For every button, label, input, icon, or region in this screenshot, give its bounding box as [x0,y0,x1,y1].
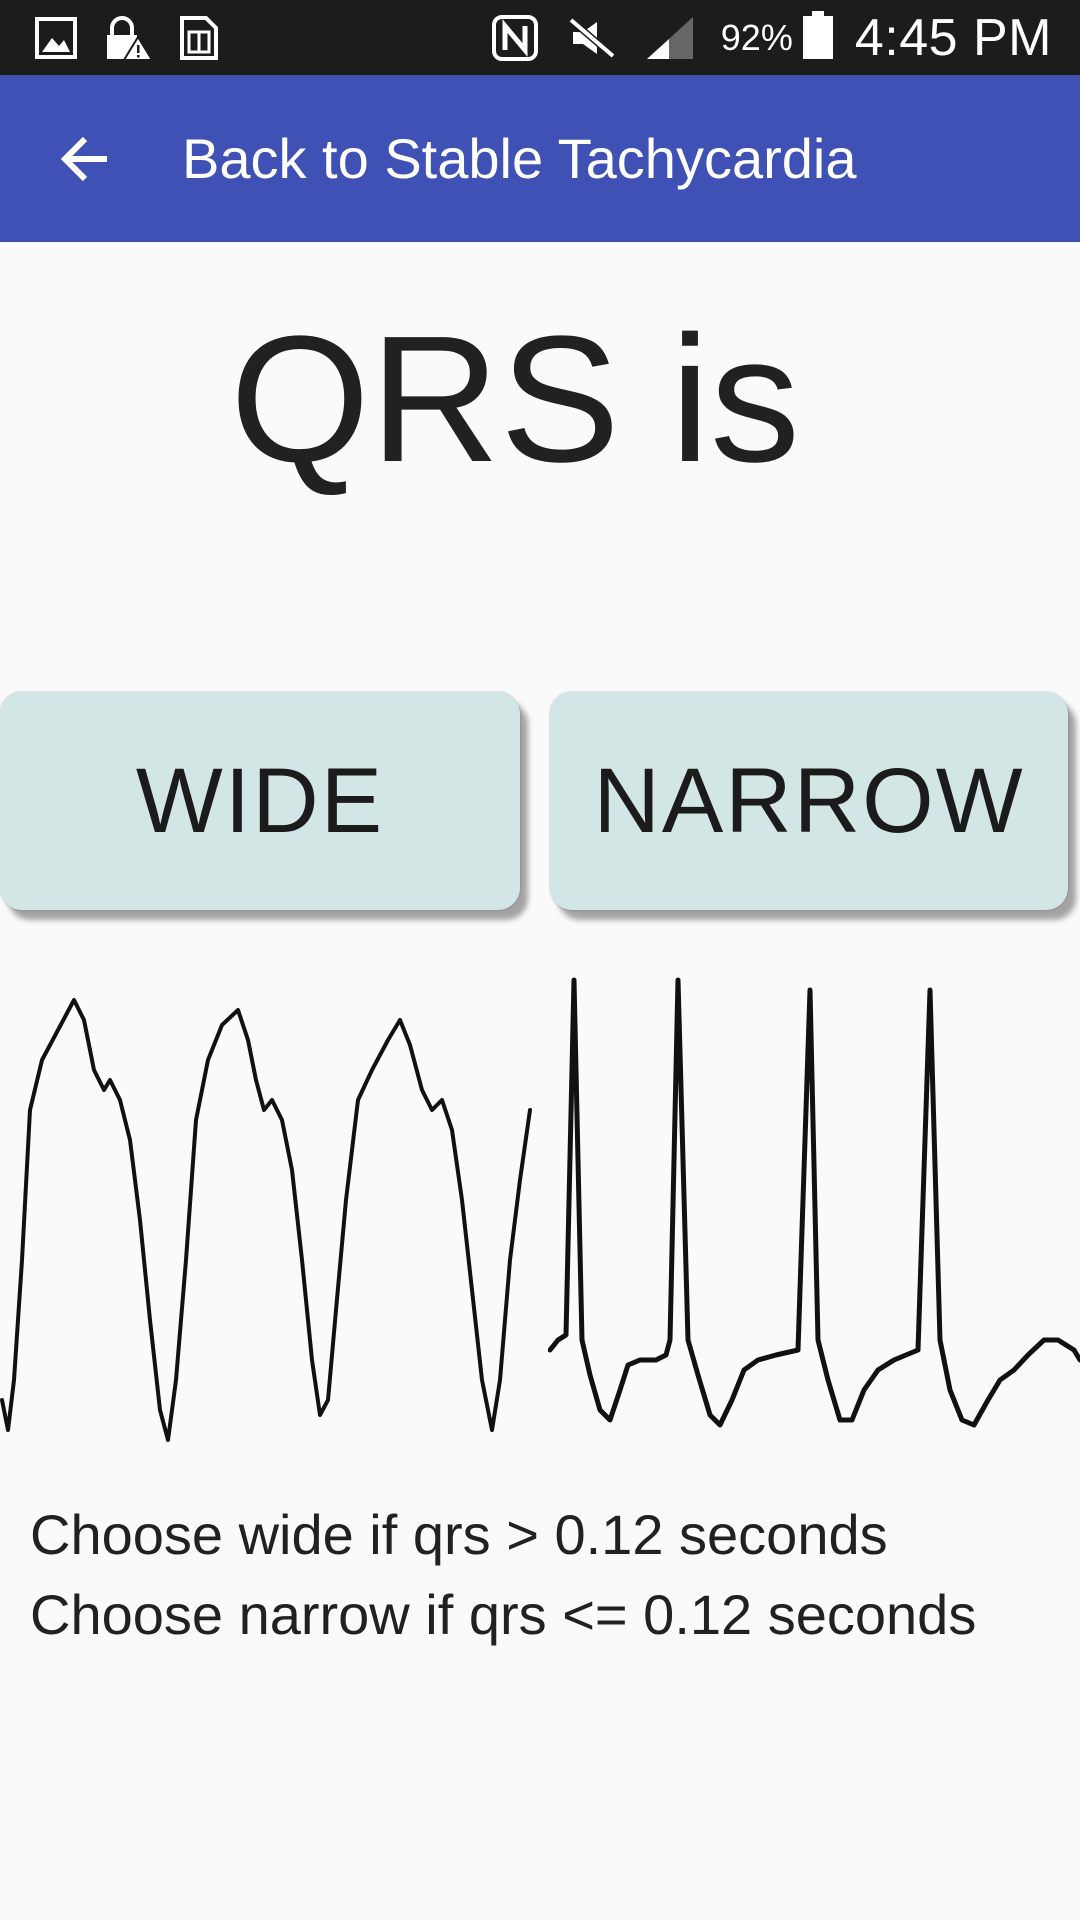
mute-icon [567,16,617,60]
lock-warning-icon [102,15,154,61]
status-bar-right: 92% 4:45 PM [463,8,1052,68]
guidance-line-narrow: Choose narrow if qrs <= 0.12 seconds [30,1583,977,1646]
battery-percent: 92% [720,16,793,58]
nfc-icon [491,14,539,62]
wide-button[interactable]: WIDE [0,692,520,910]
narrow-button[interactable]: NARROW [550,692,1068,910]
gallery-icon [34,16,78,60]
guidance-line-wide: Choose wide if qrs > 0.12 seconds [30,1503,888,1566]
back-button[interactable] [30,104,140,214]
sim-card-icon [178,14,220,62]
narrow-qrs-ecg-image[interactable] [548,960,1080,1450]
signal-icon [645,15,695,61]
battery-icon [802,11,833,64]
guidance-text: Choose wide if qrs > 0.12 seconds Choose… [30,1495,1070,1655]
arrow-left-icon [60,136,107,181]
wide-qrs-ecg-image[interactable] [0,960,532,1450]
app-bar: Back to Stable Tachycardia [0,75,1080,242]
status-bar-left [34,14,244,62]
page-heading: QRS is [229,299,801,500]
app-bar-title[interactable]: Back to Stable Tachycardia [182,126,856,191]
status-bar: 92% 4:45 PM [0,0,1080,75]
status-time: 4:45 PM [854,8,1052,67]
